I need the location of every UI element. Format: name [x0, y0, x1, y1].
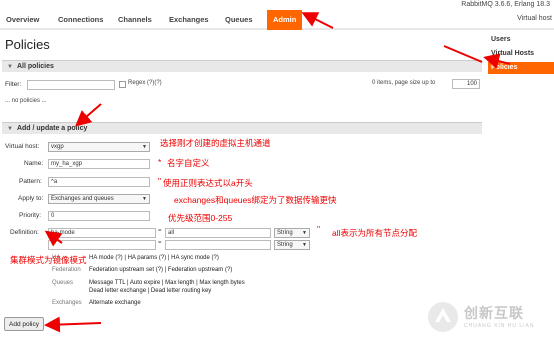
watermark-logo: 创新互联 CHUANG XIN HU LIAN — [426, 300, 550, 334]
logo-icon — [428, 302, 458, 332]
arrow-to-ha-mode — [44, 230, 63, 247]
arrow-to-admin — [301, 12, 334, 29]
arrow-policies-tail — [443, 45, 483, 63]
logo-text-en: CHUANG XIN HU LIAN — [464, 323, 535, 329]
annotation-arrows — [44, 12, 511, 333]
arrow-to-add-button — [44, 316, 102, 333]
arrow-to-policies — [483, 53, 511, 69]
arrow-to-add-section — [74, 103, 102, 127]
logo-text-cn: 创新互联 — [464, 305, 524, 321]
